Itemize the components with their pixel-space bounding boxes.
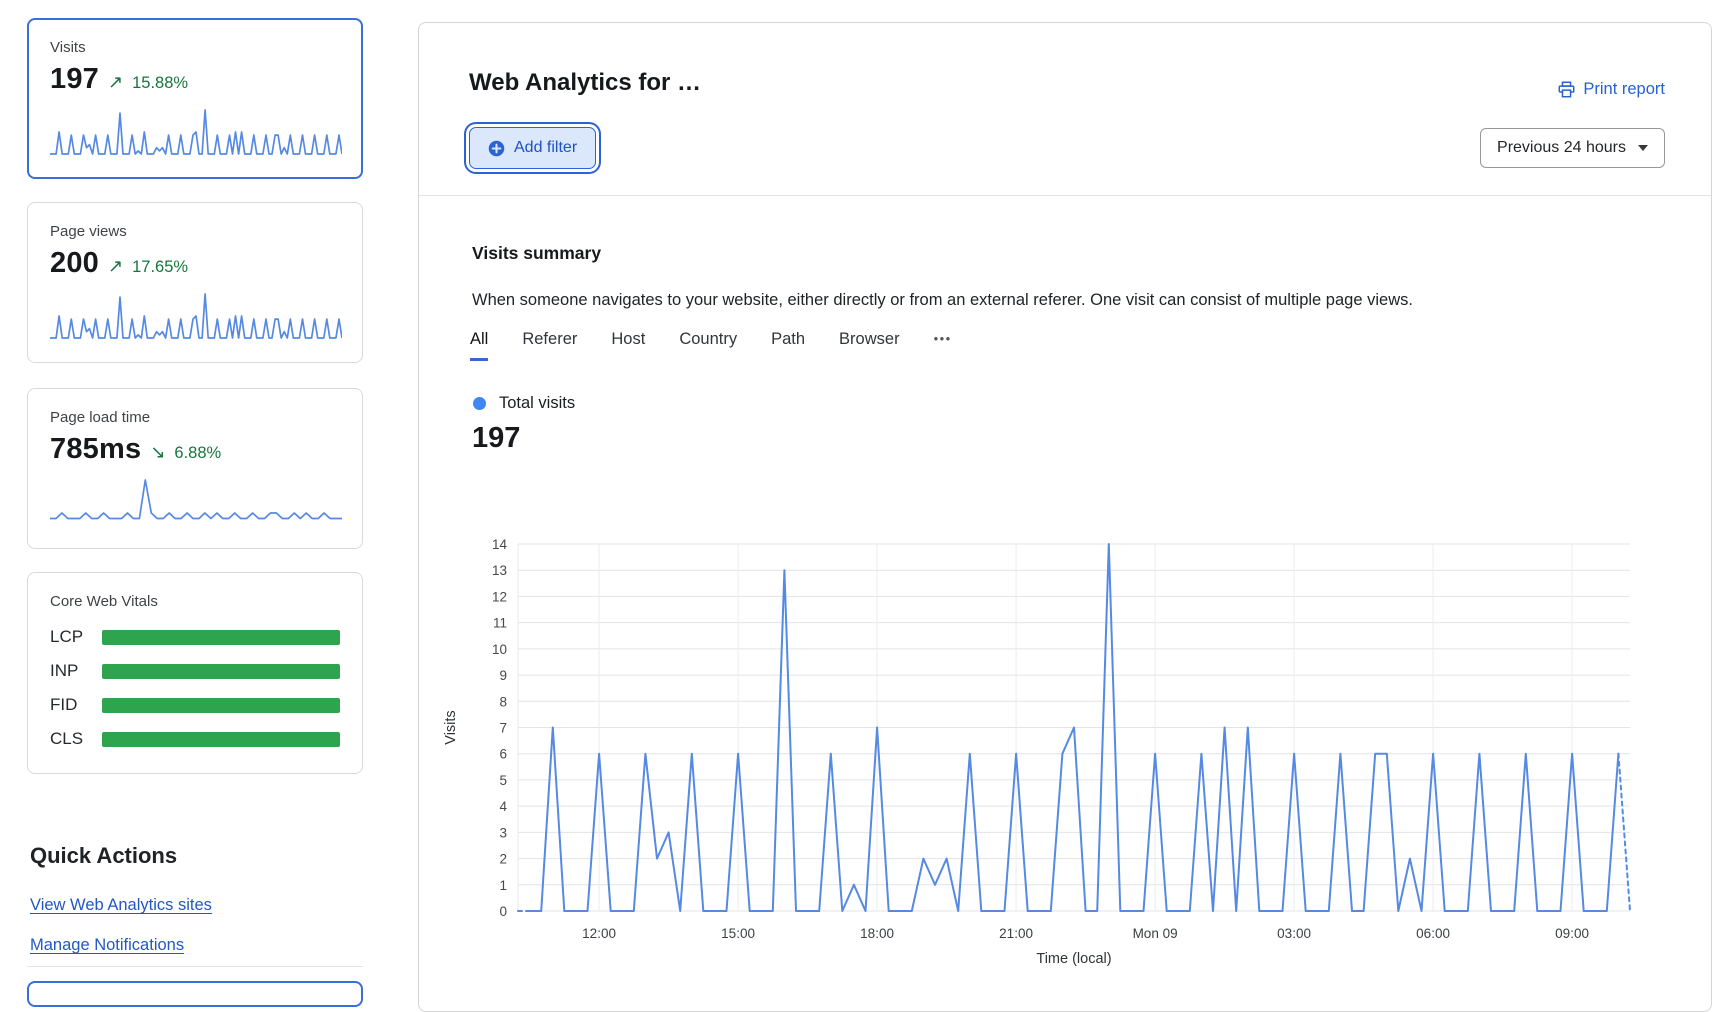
sidebar-divider [27,966,363,967]
total-visits-value: 197 [472,422,520,455]
svg-text:09:00: 09:00 [1555,926,1589,941]
svg-text:Mon 09: Mon 09 [1133,926,1178,941]
stat-card-value: 785ms [50,433,141,466]
svg-text:11: 11 [493,616,507,631]
svg-text:2: 2 [499,852,507,867]
page-title: Web Analytics for … [469,69,701,97]
trend-down-icon: ↘ [150,442,165,463]
vital-row-cls: CLS [50,729,340,749]
quick-actions-title: Quick Actions [30,843,177,869]
core-web-vitals-card[interactable]: Core Web Vitals LCP INP FID CLS [27,572,363,774]
vital-bar-good [102,630,340,645]
visits-line-chart: 0123456789101112131412:0015:0018:0021:00… [419,485,1713,985]
printer-icon [1558,81,1575,98]
manage-notifications-link[interactable]: Manage Notifications [30,936,184,955]
svg-text:4: 4 [499,799,507,814]
svg-text:14: 14 [492,537,508,552]
core-web-vitals-title: Core Web Vitals [50,593,340,610]
stat-card-visits[interactable]: Visits 197 ↗ 15.88% [27,18,363,179]
trend-percent: 15.88% [132,74,188,93]
svg-text:15:00: 15:00 [721,926,755,941]
vital-bar-good [102,698,340,713]
add-filter-label: Add filter [514,139,577,157]
svg-text:06:00: 06:00 [1416,926,1450,941]
vital-label: FID [50,695,102,715]
total-visits-dot-icon [473,397,486,410]
vital-row-fid: FID [50,695,340,715]
vital-row-lcp: LCP [50,627,340,647]
next-stat-card-partial[interactable] [27,981,363,1007]
trend-up-icon: ↗ [108,72,123,93]
stat-card-page-views[interactable]: Page views 200 ↗ 17.65% [27,202,363,363]
svg-text:12:00: 12:00 [582,926,616,941]
tab-more[interactable]: ••• [934,331,952,361]
page-views-sparkline [50,289,342,341]
vital-bar-good [102,664,340,679]
stat-card-label: Page load time [50,409,340,426]
header-divider [419,195,1711,196]
visits-summary-description: When someone navigates to your website, … [472,291,1652,310]
trend-up-icon: ↗ [108,256,123,277]
svg-text:21:00: 21:00 [999,926,1033,941]
stat-card-label: Visits [50,39,340,56]
svg-text:Visits: Visits [443,710,459,744]
svg-text:10: 10 [492,642,507,657]
plus-circle-icon [488,140,505,157]
tab-country[interactable]: Country [679,330,737,361]
trend-percent: 6.88% [174,444,221,463]
svg-text:18:00: 18:00 [860,926,894,941]
visits-sparkline [50,105,342,157]
stat-card-value: 200 [50,247,99,280]
stat-card-page-load-time[interactable]: Page load time 785ms ↘ 6.88% [27,388,363,549]
svg-text:9: 9 [499,668,507,683]
tab-browser[interactable]: Browser [839,330,900,361]
svg-text:8: 8 [499,694,507,709]
chevron-down-icon [1638,145,1648,151]
page-load-sparkline [50,475,342,527]
vital-label: INP [50,661,102,681]
tab-path[interactable]: Path [771,330,805,361]
svg-text:1: 1 [499,878,507,893]
vital-row-inp: INP [50,661,340,681]
view-web-analytics-sites-link[interactable]: View Web Analytics sites [30,896,212,915]
web-analytics-panel: Web Analytics for … Print report Add fil… [418,22,1712,1012]
trend-percent: 17.65% [132,258,188,277]
print-report-button[interactable]: Print report [1558,80,1665,99]
summary-tabs: All Referer Host Country Path Browser ••• [470,330,952,361]
svg-text:6: 6 [499,747,507,762]
tab-all[interactable]: All [470,330,488,361]
core-web-vitals-rows: LCP INP FID CLS [50,627,340,749]
stat-card-value: 197 [50,63,99,96]
svg-text:13: 13 [492,563,507,578]
vital-label: LCP [50,627,102,647]
time-range-label: Previous 24 hours [1497,139,1626,157]
tab-host[interactable]: Host [611,330,645,361]
tab-referer[interactable]: Referer [522,330,577,361]
web-analytics-dashboard: { "accent_colors": { "line_blue": "#5589… [0,0,1730,988]
print-report-label: Print report [1583,80,1665,99]
svg-text:7: 7 [499,721,507,736]
svg-text:12: 12 [492,589,507,604]
chart-legend: Total visits [473,394,575,413]
visits-summary-title: Visits summary [472,243,601,264]
svg-text:3: 3 [499,825,507,840]
vital-bar-good [102,732,340,747]
svg-text:03:00: 03:00 [1277,926,1311,941]
svg-text:5: 5 [499,773,507,788]
time-range-dropdown[interactable]: Previous 24 hours [1480,128,1665,168]
svg-text:0: 0 [499,904,507,919]
add-filter-button[interactable]: Add filter [469,127,596,169]
stat-card-label: Page views [50,223,340,240]
vital-label: CLS [50,729,102,749]
total-visits-label: Total visits [499,394,575,413]
svg-text:Time (local): Time (local) [1036,951,1111,967]
